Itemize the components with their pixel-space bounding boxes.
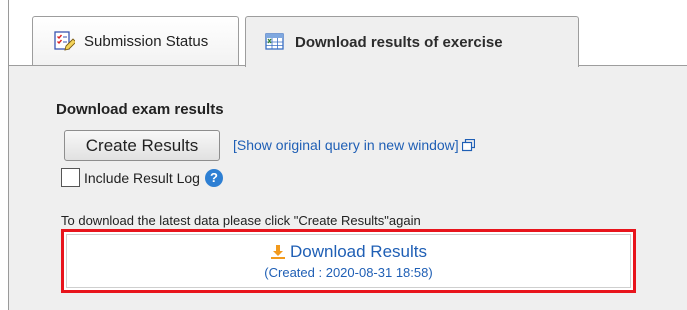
tab-strip: Submission Status Download results of ex… <box>9 0 687 67</box>
download-icon <box>270 244 286 260</box>
panel-heading: Download exam results <box>56 101 224 118</box>
download-panel: Download exam results Create Results [Sh… <box>9 66 687 310</box>
create-results-button[interactable]: Create Results <box>64 130 220 161</box>
show-query-link-label: [Show original query in new window] <box>233 137 459 153</box>
tab-submission-status-label: Submission Status <box>84 32 209 50</box>
created-timestamp: (Created : 2020-08-31 18:58) <box>264 265 433 280</box>
include-result-log-row: Include Result Log ? <box>61 168 223 187</box>
instruction-text: To download the latest data please click… <box>61 213 421 228</box>
checklist-pencil-icon <box>53 30 75 52</box>
tab-download-results[interactable]: Download results of exercise <box>245 16 579 67</box>
new-window-icon <box>461 138 475 152</box>
download-results-label: Download Results <box>289 242 427 261</box>
tab-submission-status[interactable]: Submission Status <box>32 16 239 65</box>
download-results-link[interactable]: Download Results (Created : 2020-08-31 1… <box>66 234 631 288</box>
download-results-line: Download Results <box>270 242 427 262</box>
include-result-log-checkbox[interactable] <box>61 168 80 187</box>
help-icon[interactable]: ? <box>204 168 223 187</box>
show-query-link[interactable]: [Show original query in new window] <box>233 137 475 153</box>
tab-download-results-label: Download results of exercise <box>295 33 503 51</box>
download-highlight-box: Download Results (Created : 2020-08-31 1… <box>61 229 636 293</box>
include-result-log-label: Include Result Log <box>84 169 200 186</box>
spreadsheet-export-icon <box>264 31 286 53</box>
